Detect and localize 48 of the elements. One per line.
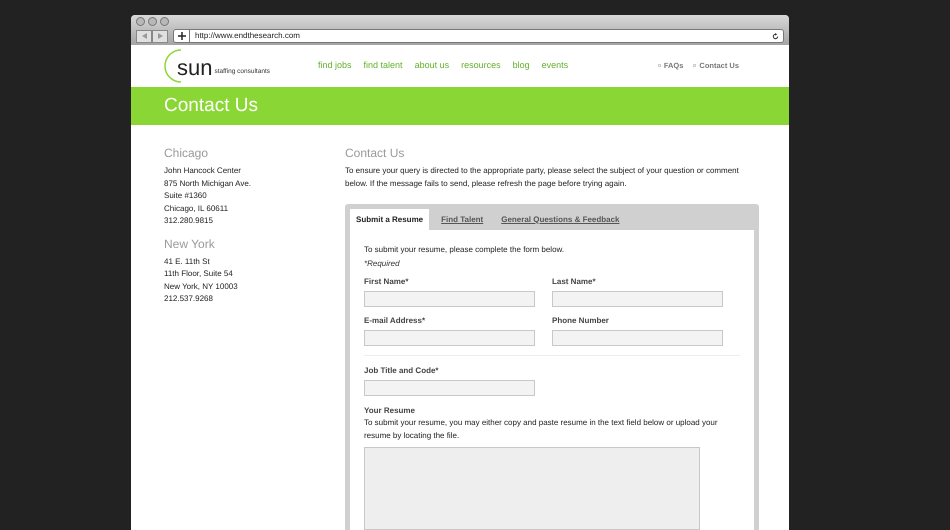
address-line: Chicago, IL 60611 bbox=[164, 202, 230, 215]
resume-help-text: To submit your resume, you may either copy and paste resume in the text field below or upload your resume by locating the file. bbox=[364, 417, 719, 442]
tab[interactable]: Submit a Resume bbox=[350, 209, 430, 230]
field-label: Your Resume bbox=[364, 405, 416, 418]
address-line: Suite #1360 bbox=[164, 190, 208, 202]
city-heading: Chicago bbox=[164, 145, 210, 162]
nav-link[interactable]: about us bbox=[414, 59, 450, 73]
tab[interactable]: General Questions & Feedback bbox=[495, 209, 626, 230]
forward-button[interactable] bbox=[152, 30, 168, 42]
tab[interactable]: Find Talent bbox=[435, 209, 490, 230]
intro-paragraph: To ensure your query is directed to the appropriate party, please select the subject of your question or comment below. If the message fails to send, please refresh the page before trying again. bbox=[345, 165, 740, 190]
address-line: 41 E. 11th St bbox=[164, 256, 211, 268]
input-field[interactable] bbox=[364, 330, 535, 346]
address-line: 875 North Michigan Ave. bbox=[164, 178, 252, 190]
city-heading: New York bbox=[164, 236, 216, 253]
resume-text-area[interactable] bbox=[364, 447, 700, 530]
back-button[interactable] bbox=[136, 30, 152, 42]
form-intro: To submit your resume, please complete the form below. bbox=[364, 244, 566, 256]
input-field[interactable] bbox=[552, 291, 723, 308]
nav-link[interactable]: blog bbox=[512, 59, 530, 73]
field-label: Phone Number bbox=[552, 315, 610, 328]
address-line: John Hancock Center bbox=[164, 165, 242, 178]
address-line: New York, NY 10003 bbox=[164, 280, 239, 293]
address-line: 11th Floor, Suite 54 bbox=[164, 268, 234, 280]
left-triangle-icon bbox=[142, 33, 146, 39]
field-label: Job Title and Code* bbox=[364, 365, 440, 378]
required-note: *Required bbox=[364, 258, 401, 270]
url-text: http://www.endthesearch.com bbox=[195, 30, 301, 42]
banner-title: Contact Us bbox=[164, 94, 258, 118]
square-bullet-icon bbox=[658, 64, 661, 68]
nav-link[interactable]: find jobs bbox=[318, 59, 352, 73]
field-label: Last Name* bbox=[552, 276, 597, 288]
reload-icon[interactable] bbox=[772, 32, 779, 40]
field-label: E-mail Address* bbox=[364, 315, 426, 328]
right-triangle-icon bbox=[158, 33, 162, 39]
input-field[interactable] bbox=[364, 291, 535, 308]
field-label: First Name* bbox=[364, 276, 410, 288]
section-heading: Contact Us bbox=[345, 145, 406, 162]
input-field[interactable] bbox=[364, 380, 535, 396]
address-line: 312.280.9815 bbox=[164, 215, 214, 228]
nav-link[interactable]: resources bbox=[461, 59, 501, 73]
input-field[interactable] bbox=[552, 330, 723, 346]
logo-wordmark: sun bbox=[177, 56, 212, 79]
address-bar[interactable]: http://www.endthesearch.com bbox=[173, 29, 784, 43]
nav-link[interactable]: events bbox=[542, 59, 568, 73]
address-line: 212.537.9268 bbox=[164, 293, 214, 306]
nav-link[interactable]: find talent bbox=[364, 59, 403, 73]
square-bullet-icon bbox=[693, 64, 696, 68]
